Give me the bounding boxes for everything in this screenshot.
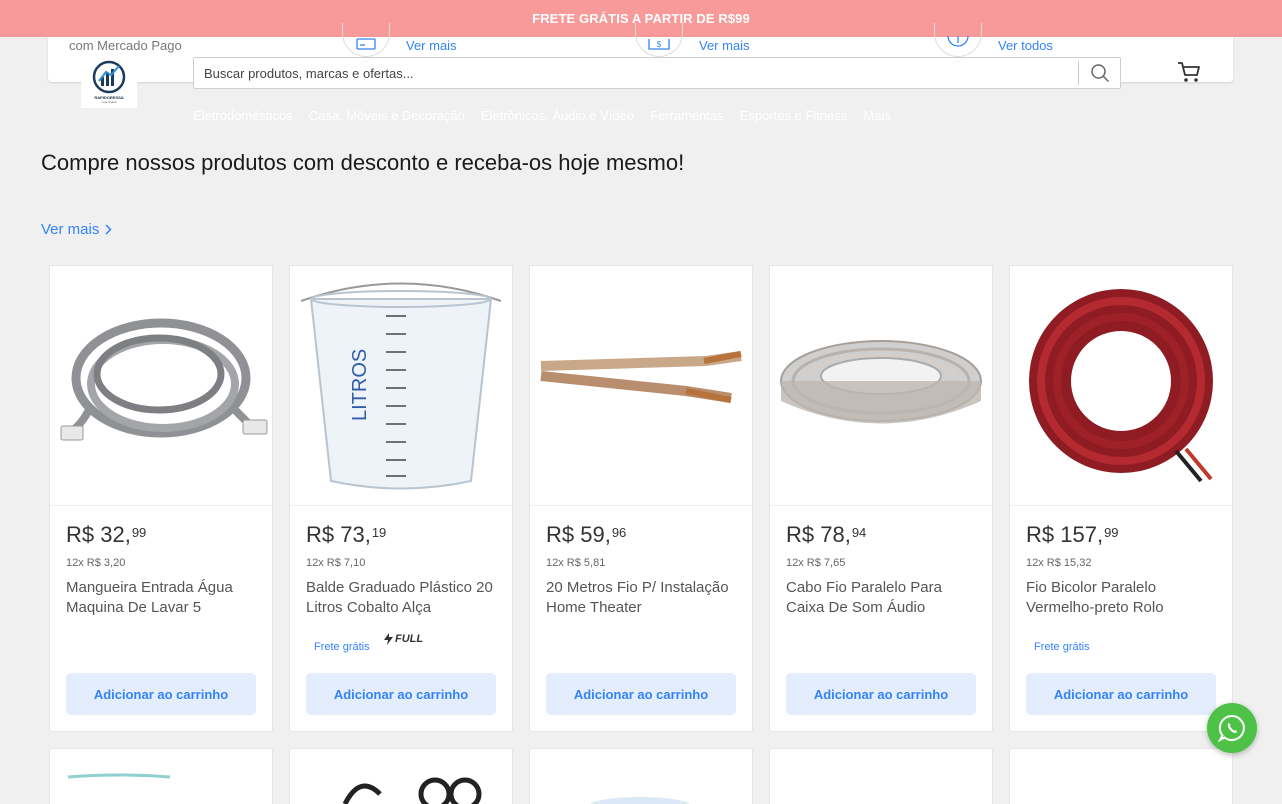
free-shipping-label: Frete grátis	[314, 641, 370, 653]
installment-text: 12x R$ 7,10	[306, 557, 366, 569]
add-to-cart-button[interactable]: Adicionar ao carrinho	[306, 673, 496, 715]
svg-text:LITROS: LITROS	[349, 348, 371, 420]
whatsapp-icon	[1218, 714, 1245, 742]
product-title[interactable]: Fio Bicolor Paralelo Vermelho-preto Rolo	[1026, 578, 1221, 618]
product-card-partial[interactable]	[1009, 748, 1233, 804]
logo-tagline: Loja Digital	[101, 100, 117, 104]
category-home[interactable]: Casa, Móveis e Decoração	[309, 108, 465, 123]
card-icon	[342, 23, 390, 57]
cable-coil-image[interactable]	[770, 266, 992, 506]
installment-text: 12x R$ 5,81	[546, 557, 606, 569]
chevron-right-icon	[105, 224, 112, 235]
installment-text: 12x R$ 3,20	[66, 557, 126, 569]
store-logo[interactable]: RAPIDORESSA Loja Digital	[81, 56, 137, 108]
add-to-cart-button[interactable]: Adicionar ao carrinho	[66, 673, 256, 715]
bucket-image[interactable]: LITROS	[290, 266, 512, 506]
product-price: R$ 59, 96	[546, 522, 627, 547]
section-headline: Compre nossos produtos com desconto e re…	[41, 150, 685, 175]
svg-text:$: $	[657, 40, 662, 49]
product-price: R$ 73, 19	[306, 522, 387, 547]
wire-image[interactable]	[530, 266, 752, 506]
lightning-icon	[384, 633, 393, 645]
installment-text: 12x R$ 15,32	[1026, 557, 1092, 569]
free-shipping-label: Frete grátis	[1034, 641, 1090, 653]
product-card[interactable]: R$ 59, 96 12x R$ 5,81 20 Metros Fio P/ In…	[529, 265, 753, 732]
category-more[interactable]: Mais	[863, 108, 890, 123]
search-button[interactable]	[1078, 61, 1120, 85]
product-card-partial[interactable]	[49, 748, 273, 804]
product-card-partial[interactable]	[529, 748, 753, 804]
category-tools[interactable]: Ferramentas	[650, 108, 724, 123]
search-input[interactable]	[194, 58, 1078, 88]
category-sports[interactable]: Esportes e Fitness	[740, 108, 848, 123]
product-card-partial[interactable]	[289, 748, 513, 804]
product-card[interactable]: LITROS R$ 73, 19 12x R$ 7,10 Balde Gradua…	[289, 265, 513, 732]
red-cable-image[interactable]	[1010, 266, 1232, 506]
product-card[interactable]: R$ 157, 99 12x R$ 15,32 Fio Bicolor Paral…	[1009, 265, 1233, 732]
benefit-link-1[interactable]: Ver mais	[406, 38, 457, 53]
product-title[interactable]: Mangueira Entrada Água Maquina De Lavar …	[66, 578, 261, 618]
category-electronics[interactable]: Eletrônicos, Áudio e Vídeo	[481, 108, 634, 123]
product-title[interactable]: Cabo Fio Paralelo Para Caixa De Som Áudi…	[786, 578, 981, 618]
full-badge: FULL	[384, 633, 423, 645]
product-price: R$ 157, 99	[1026, 522, 1119, 547]
installment-text: 12x R$ 7,65	[786, 557, 846, 569]
product-card[interactable]: R$ 78, 94 12x R$ 7,65 Cabo Fio Paralelo P…	[769, 265, 993, 732]
benefit-link-3[interactable]: Ver todos	[998, 38, 1053, 53]
search-icon	[1090, 64, 1109, 83]
hose-image[interactable]	[50, 266, 272, 506]
money-icon: $	[635, 23, 683, 57]
product-title[interactable]: 20 Metros Fio P/ Instalação Home Theater	[546, 578, 741, 618]
product-card[interactable]: R$ 32, 99 12x R$ 3,20 Mangueira Entrada Á…	[49, 265, 273, 732]
category-nav: Eletrodomésticos Casa, Móveis e Decoraçã…	[193, 108, 891, 123]
plus-icon	[934, 23, 982, 57]
add-to-cart-button[interactable]: Adicionar ao carrinho	[786, 673, 976, 715]
whatsapp-button[interactable]	[1207, 703, 1257, 753]
search-bar	[193, 57, 1121, 89]
add-to-cart-button[interactable]: Adicionar ao carrinho	[546, 673, 736, 715]
cart-icon[interactable]	[1176, 60, 1202, 84]
product-price: R$ 78, 94	[786, 522, 867, 547]
see-more-link[interactable]: Ver mais	[41, 221, 112, 238]
product-price: R$ 32, 99	[66, 522, 147, 547]
category-appliances[interactable]: Eletrodomésticos	[193, 108, 293, 123]
product-card-partial[interactable]	[769, 748, 993, 804]
logo-mark-icon	[92, 60, 126, 94]
product-title[interactable]: Balde Graduado Plástico 20 Litros Cobalt…	[306, 578, 501, 618]
payment-text: com Mercado Pago	[69, 38, 182, 53]
add-to-cart-button[interactable]: Adicionar ao carrinho	[1026, 673, 1216, 715]
see-more-label: Ver mais	[41, 221, 100, 238]
benefit-link-2[interactable]: Ver mais	[699, 38, 750, 53]
